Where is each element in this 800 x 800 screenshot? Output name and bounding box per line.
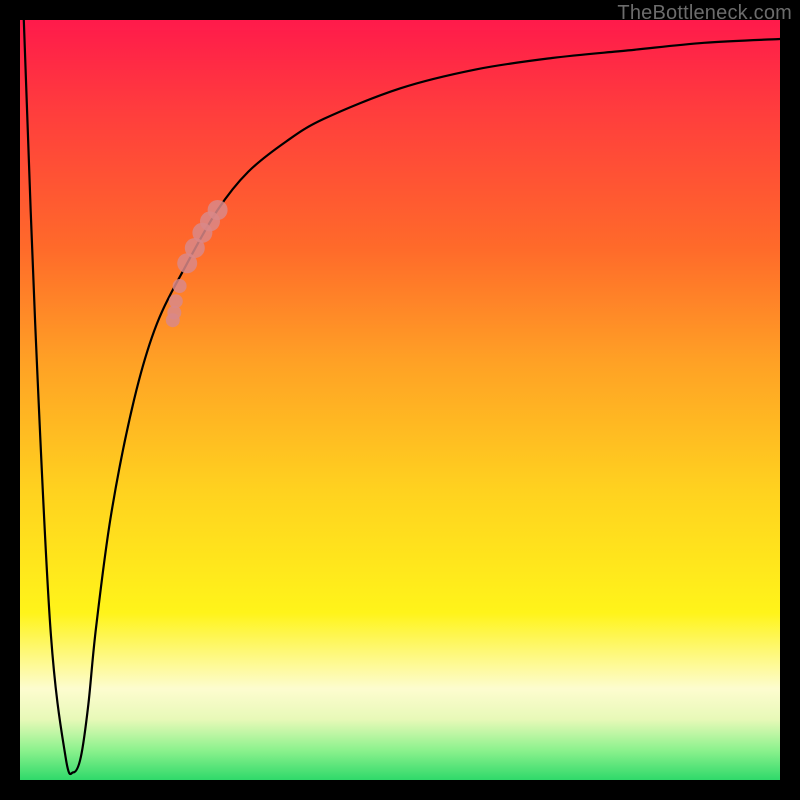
curve-layer [20, 20, 780, 780]
chart-frame: TheBottleneck.com [0, 0, 800, 800]
watermark-text: TheBottleneck.com [617, 2, 792, 25]
highlight-marker [173, 279, 187, 293]
plot-area [20, 20, 780, 780]
highlight-marker [208, 200, 228, 220]
highlight-markers [166, 200, 228, 327]
highlight-marker [166, 313, 180, 327]
bottleneck-curve [24, 20, 780, 774]
